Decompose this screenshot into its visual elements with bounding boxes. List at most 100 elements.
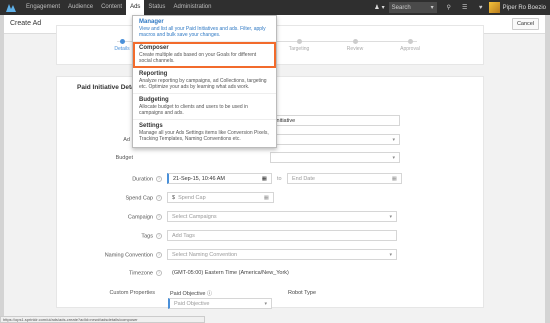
initiative-select[interactable]: Initiative: [270, 115, 400, 126]
naming-label-text: Naming Convention: [104, 252, 153, 259]
menu-item-composer[interactable]: Composer Create multiple ads based on yo…: [133, 42, 276, 68]
duration-label-text: Duration: [132, 176, 153, 183]
menu-item-desc: Manage all your Ads Settings items like …: [139, 130, 269, 142]
menu-item-settings[interactable]: Settings Manage all your Ads Settings it…: [133, 120, 276, 145]
help-icon[interactable]: ?: [156, 270, 162, 276]
robot-type-label: Robot Type: [288, 290, 317, 296]
tags-placeholder: Add Tags: [172, 232, 195, 239]
search-icon[interactable]: ⚲: [441, 4, 457, 11]
calculator-icon[interactable]: ▦: [264, 195, 269, 201]
end-date-placeholder: End Date: [292, 175, 315, 182]
paid-objective-label: Paid Objective ⓘ: [170, 290, 212, 297]
help-icon[interactable]: ?: [156, 214, 162, 220]
paid-objective-label-text: Paid Objective: [170, 291, 206, 297]
timezone-value: (GMT-05:00) Eastern Time (America/New_Yo…: [172, 270, 289, 276]
ads-dropdown-menu: Manager View and list all your Paid Init…: [132, 15, 277, 148]
timezone-label: Timezone?: [42, 270, 162, 276]
timezone-label-text: Timezone: [129, 270, 153, 277]
end-date-field[interactable]: End Date ▦: [287, 173, 402, 184]
budget-label: Budget: [13, 155, 133, 161]
initiative-value: Initiative: [275, 117, 296, 124]
info-icon[interactable]: ⓘ: [207, 291, 212, 297]
budget-label-text: Budget: [115, 155, 133, 161]
step-label: Targeting: [288, 46, 310, 52]
nav-engagement[interactable]: Engagement: [22, 0, 64, 15]
nav-administration[interactable]: Administration: [169, 0, 215, 15]
nav-audience[interactable]: Audience: [64, 0, 97, 15]
nav-content[interactable]: Content: [97, 0, 126, 15]
step-label: Review: [346, 46, 364, 52]
app-logo[interactable]: [0, 0, 22, 15]
chevron-down-icon: ▾: [389, 251, 392, 258]
custom-label-text: Custom Properties: [109, 290, 155, 296]
step-approval[interactable]: Approval: [390, 39, 430, 52]
help-icon[interactable]: ?: [156, 195, 162, 201]
menu-item-desc: View and list all your Paid Initiatives …: [139, 26, 266, 38]
help-icon[interactable]: ?: [156, 176, 162, 182]
menu-item-title: Settings: [139, 123, 163, 129]
start-date-value: 21-Sep-15, 10:46 AM: [173, 175, 225, 182]
calendar-icon[interactable]: ▦: [392, 176, 397, 182]
paid-objective-select[interactable]: Paid Objective ▾: [168, 298, 272, 309]
ad-select[interactable]: ▾: [270, 134, 400, 145]
menu-item-title: Composer: [139, 45, 169, 51]
naming-convention-select[interactable]: Select Naming Convention ▾: [167, 249, 397, 260]
tags-input[interactable]: Add Tags: [167, 230, 397, 241]
menu-item-desc: Allocate budget to clients and users to …: [139, 104, 248, 116]
spend-cap-input[interactable]: $ Spend Cap ▦: [167, 192, 274, 203]
menu-item-budgeting[interactable]: Budgeting Allocate budget to clients and…: [133, 94, 276, 120]
ad-label: Ad: [10, 137, 130, 143]
step-label: Approval: [400, 46, 420, 52]
chevron-down-icon: ▾: [389, 213, 392, 220]
step-targeting[interactable]: Targeting: [279, 39, 319, 52]
step-dot: [407, 39, 413, 44]
step-dot: [352, 39, 358, 44]
chevron-down-icon: ▾: [392, 154, 395, 161]
campaign-placeholder: Select Campaigns: [172, 213, 217, 220]
avatar[interactable]: [488, 2, 500, 13]
step-dot: [119, 39, 125, 44]
step-dot: [296, 39, 302, 44]
username[interactable]: Piper Ro Boezio: [503, 5, 550, 11]
spend-cap-label-text: Spend Cap: [125, 195, 153, 202]
menu-item-title: Manager: [139, 19, 164, 25]
user-icon: ♟: [374, 5, 380, 11]
nav-status[interactable]: Status: [144, 0, 169, 15]
menu-item-manager[interactable]: Manager View and list all your Paid Init…: [133, 16, 276, 42]
budget-select[interactable]: ▾: [270, 152, 400, 163]
start-date-field[interactable]: 21-Sep-15, 10:46 AM ▦: [167, 173, 272, 184]
page-title: Create Ad: [10, 20, 42, 27]
help-icon[interactable]: ?: [156, 252, 162, 258]
to-label: to: [277, 176, 282, 182]
naming-placeholder: Select Naming Convention: [172, 251, 238, 258]
spend-cap-label: Spend Cap?: [42, 195, 162, 201]
user-menu-button[interactable]: ♟ ▾: [370, 4, 388, 11]
right-nav: ♟ ▾ Search ▾ ⚲ ☰ ♥ Piper Ro Boezio: [370, 0, 550, 15]
search-label: Search: [391, 4, 411, 11]
tags-label: Tags?: [42, 233, 162, 239]
ad-label-text: Ad: [123, 137, 130, 143]
list-icon[interactable]: ☰: [457, 4, 473, 11]
menu-item-reporting[interactable]: Reporting Analyze reporting by campaigns…: [133, 68, 276, 94]
menu-item-title: Budgeting: [139, 97, 169, 103]
chevron-down-icon: ▾: [430, 5, 434, 11]
search-box[interactable]: Search ▾: [388, 2, 437, 13]
menu-item-title: Reporting: [139, 71, 168, 77]
top-navbar: Engagement Audience Content Ads Status A…: [0, 0, 550, 15]
cancel-button[interactable]: Cancel: [512, 18, 539, 30]
nav-ads[interactable]: Ads: [126, 0, 145, 15]
help-icon[interactable]: ?: [156, 233, 162, 239]
menu-item-desc: Create multiple ads based on your Goals …: [139, 52, 257, 64]
menu-item-desc: Analyze reporting by campaigns, ad Colle…: [139, 78, 267, 90]
browser-status-url: https://ops1.sprinklr.com/ui/ads/ads-cre…: [0, 316, 205, 323]
notification-bell-icon[interactable]: ♥: [473, 5, 489, 11]
campaign-select[interactable]: Select Campaigns ▾: [167, 211, 397, 222]
campaign-label-text: Campaign: [127, 214, 153, 221]
step-review[interactable]: Review: [335, 39, 375, 52]
calendar-icon[interactable]: ▦: [262, 176, 267, 182]
chevron-down-icon: ▾: [381, 5, 385, 11]
naming-convention-label: Naming Convention?: [42, 252, 162, 258]
paid-objective-placeholder: Paid Objective: [174, 300, 210, 307]
spend-cap-placeholder: Spend Cap: [178, 194, 206, 201]
chevron-down-icon: ▾: [392, 136, 395, 143]
